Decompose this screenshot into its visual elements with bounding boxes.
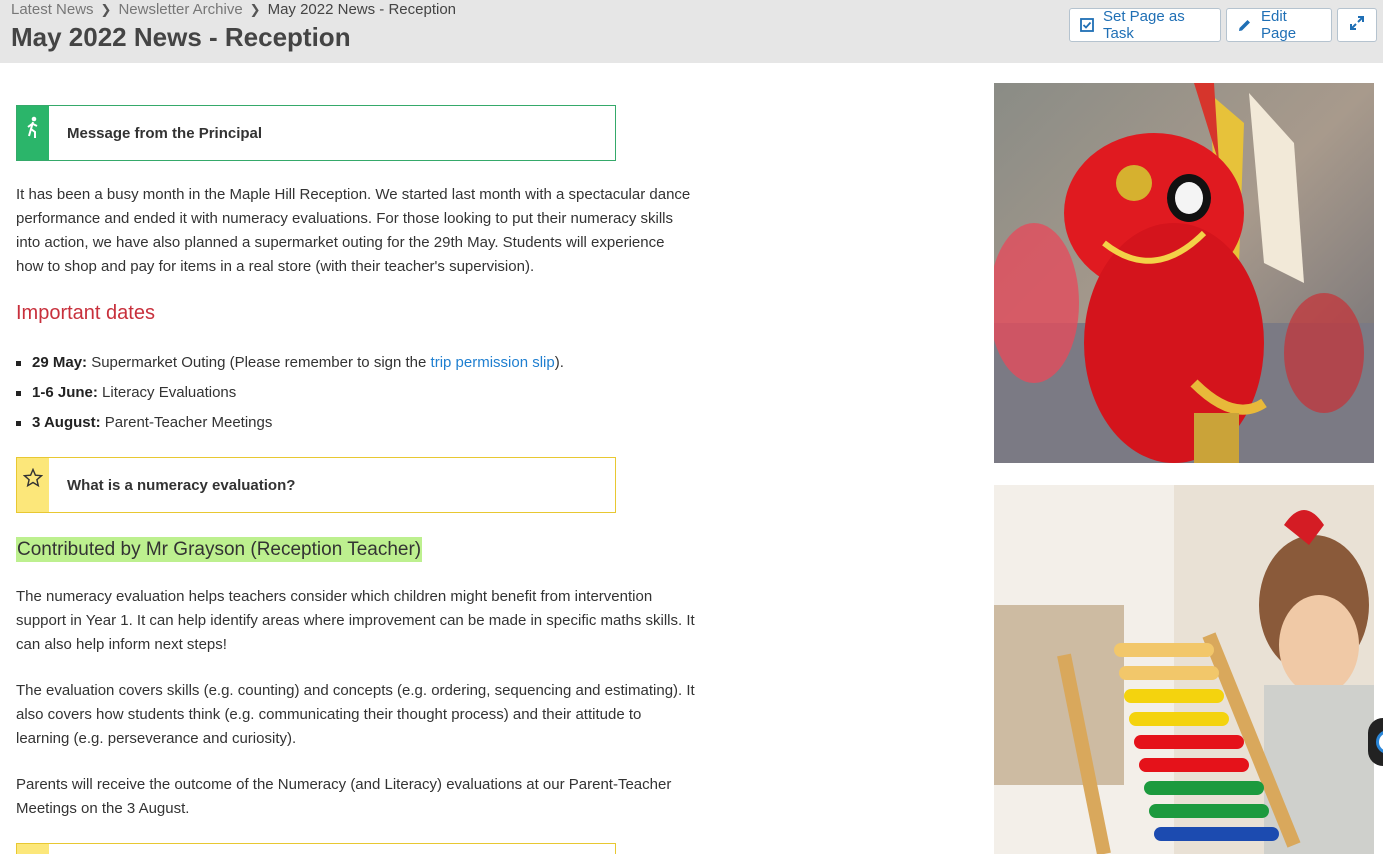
- abacus-child-photo: [994, 485, 1374, 854]
- paragraph: Parents will receive the outcome of the …: [16, 776, 672, 817]
- expand-icon: [1349, 15, 1365, 35]
- chevron-right-icon: ❯: [100, 1, 112, 17]
- important-dates-heading: Important dates: [16, 302, 155, 324]
- paragraph: The numeracy evaluation helps teachers c…: [16, 588, 695, 653]
- breadcrumb-current: May 2022 News - Reception: [267, 1, 457, 18]
- contributor-highlight: Contributed by Mr Grayson (Reception Tea…: [16, 537, 423, 562]
- lion-dance-photo: [994, 83, 1374, 463]
- expand-button[interactable]: [1337, 8, 1377, 42]
- list-item: 1-6 June: Literacy Evaluations: [16, 381, 564, 411]
- important-dates-list: 29 May: Supermarket Outing (Please remem…: [16, 351, 564, 441]
- intro-paragraph: It has been a busy month in the Maple Hi…: [16, 186, 691, 275]
- date-text: Supermarket Outing (Please remember to s…: [87, 354, 431, 371]
- edit-page-label: Edit Page: [1261, 8, 1297, 42]
- paragraph: The evaluation covers skills (e.g. count…: [16, 682, 695, 747]
- date-label: 3 August:: [32, 414, 101, 431]
- breadcrumb: Latest News ❯ Newsletter Archive ❯ May 2…: [11, 1, 456, 18]
- callout-strip: [17, 844, 49, 854]
- page-header: Latest News ❯ Newsletter Archive ❯ May 2…: [0, 0, 1383, 63]
- callout-strip: [17, 458, 49, 512]
- breadcrumb-newsletter-archive[interactable]: Newsletter Archive: [118, 1, 242, 18]
- date-text: Parent-Teacher Meetings: [100, 414, 273, 431]
- set-page-as-task-label: Set Page as Task: [1103, 8, 1185, 42]
- callout-strip: [17, 106, 49, 160]
- pencil-icon: [1237, 18, 1252, 33]
- page-title: May 2022 News - Reception: [11, 22, 351, 52]
- principal-callout: Message from the Principal: [16, 105, 616, 161]
- list-item: 3 August: Parent-Teacher Meetings: [16, 411, 564, 441]
- accessibility-widget-button[interactable]: [1368, 718, 1383, 766]
- breadcrumb-latest-news[interactable]: Latest News: [11, 1, 94, 18]
- callout-title: Message from the Principal: [67, 124, 263, 142]
- date-label: 29 May:: [32, 354, 88, 371]
- set-page-as-task-button[interactable]: Set Page as Task: [1069, 8, 1221, 42]
- next-callout: [16, 843, 616, 854]
- walking-person-icon: [26, 116, 40, 145]
- list-item: 29 May: Supermarket Outing (Please remem…: [16, 351, 564, 381]
- date-text: Literacy Evaluations: [97, 384, 237, 401]
- star-icon: [22, 467, 44, 493]
- chevron-right-icon: ❯: [249, 1, 261, 17]
- callout-title: What is a numeracy evaluation?: [67, 476, 296, 494]
- date-text-end: ).: [554, 354, 564, 371]
- accessibility-icon: [1376, 730, 1383, 754]
- trip-permission-slip-link[interactable]: trip permission slip: [431, 354, 555, 371]
- date-label: 1-6 June:: [32, 384, 98, 401]
- checkbox-icon: [1080, 18, 1094, 32]
- edit-page-button[interactable]: Edit Page: [1226, 8, 1332, 42]
- numeracy-callout: What is a numeracy evaluation?: [16, 457, 616, 513]
